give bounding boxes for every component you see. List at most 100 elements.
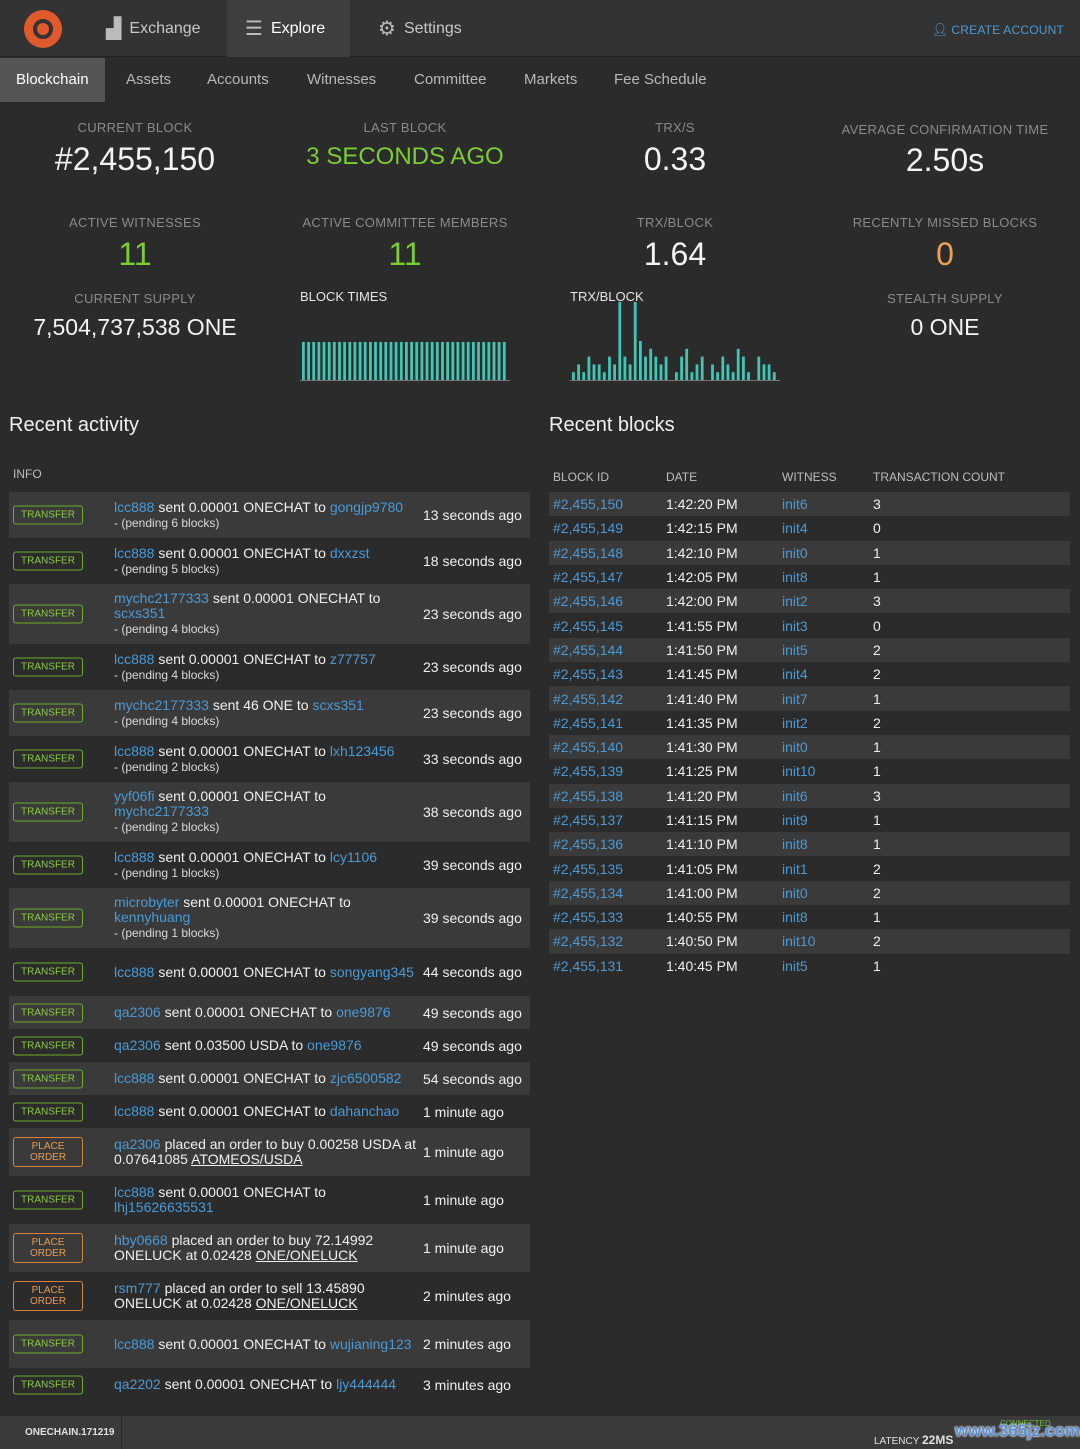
account-link[interactable]: yyf06fi: [114, 788, 154, 804]
witness-link[interactable]: init5: [778, 637, 869, 663]
account-link[interactable]: lcc888: [114, 545, 154, 561]
witness-link[interactable]: init2: [778, 589, 869, 614]
witness-link[interactable]: init8: [778, 832, 869, 857]
account-link[interactable]: microbyter: [114, 894, 179, 910]
block-id-link[interactable]: #2,455,133: [549, 905, 662, 929]
witness-link[interactable]: init8: [778, 565, 869, 589]
witness-link[interactable]: init10: [778, 929, 869, 954]
market-link[interactable]: ONE/ONELUCK: [256, 1247, 358, 1263]
account-link[interactable]: lcc888: [114, 849, 154, 865]
account-link[interactable]: rsm777: [114, 1280, 161, 1296]
block-id-link[interactable]: #2,455,143: [549, 662, 662, 686]
create-account-link[interactable]: 👤︎ CREATE ACCOUNT: [932, 22, 1064, 38]
block-id-link[interactable]: #2,455,144: [549, 637, 662, 663]
chart-bar: [597, 364, 601, 380]
witness-link[interactable]: init0: [778, 880, 869, 906]
recipient-link[interactable]: gongjp9780: [330, 499, 403, 515]
recipient-link[interactable]: lhj15626635531: [114, 1199, 214, 1215]
tab-blockchain[interactable]: Blockchain: [0, 58, 105, 102]
col-block-id[interactable]: BLOCK ID: [549, 462, 662, 492]
recipient-link[interactable]: mychc2177333: [114, 803, 209, 819]
chart-bar: [446, 342, 449, 380]
recipient-link[interactable]: lxh123456: [330, 743, 395, 759]
tab-witnesses[interactable]: Witnesses: [291, 58, 392, 102]
block-id-link[interactable]: #2,455,149: [549, 516, 662, 540]
market-link[interactable]: ONE/ONELUCK: [256, 1295, 358, 1311]
block-id-link[interactable]: #2,455,137: [549, 808, 662, 832]
block-id-link[interactable]: #2,455,142: [549, 686, 662, 711]
tab-committee[interactable]: Committee: [398, 58, 503, 102]
recipient-link[interactable]: one9876: [336, 1004, 391, 1020]
witness-link[interactable]: init8: [778, 905, 869, 929]
recipient-link[interactable]: lcy1106: [330, 849, 377, 865]
account-link[interactable]: lcc888: [114, 1184, 154, 1200]
account-link[interactable]: lcc888: [114, 1336, 154, 1352]
activity-text: sent 0.00001 ONECHAT to: [154, 788, 326, 804]
account-link[interactable]: hby0668: [114, 1232, 168, 1248]
tab-fee-schedule[interactable]: Fee Schedule: [598, 58, 723, 102]
block-id-link[interactable]: #2,455,139: [549, 759, 662, 783]
witness-link[interactable]: init0: [778, 734, 869, 760]
block-id-link[interactable]: #2,455,131: [549, 954, 662, 978]
block-id-link[interactable]: #2,455,141: [549, 711, 662, 735]
recipient-link[interactable]: scxs351: [114, 605, 165, 621]
nav-exchange[interactable]: ▟ Exchange: [88, 0, 219, 57]
stat-label: CURRENT BLOCK: [77, 120, 193, 135]
account-link[interactable]: mychc2177333: [114, 590, 209, 606]
block-id-link[interactable]: #2,455,136: [549, 832, 662, 857]
recipient-link[interactable]: dahanchao: [330, 1103, 399, 1119]
account-link[interactable]: lcc888: [114, 651, 154, 667]
witness-link[interactable]: init6: [778, 783, 869, 808]
account-link[interactable]: qa2306: [114, 1004, 161, 1020]
block-id-link[interactable]: #2,455,134: [549, 880, 662, 906]
block-id-link[interactable]: #2,455,145: [549, 613, 662, 637]
account-link[interactable]: qa2202: [114, 1376, 161, 1392]
witness-link[interactable]: init3: [778, 613, 869, 637]
col-transaction-count[interactable]: TRANSACTION COUNT: [869, 462, 1070, 492]
recipient-link[interactable]: z77757: [330, 651, 376, 667]
recipient-link[interactable]: scxs351: [312, 697, 363, 713]
recipient-link[interactable]: wujianing123: [330, 1336, 412, 1352]
account-link[interactable]: mychc2177333: [114, 697, 209, 713]
col-date[interactable]: DATE: [662, 462, 778, 492]
recipient-link[interactable]: one9876: [307, 1037, 362, 1053]
block-id-link[interactable]: #2,455,148: [549, 540, 662, 565]
nav-settings[interactable]: ⚙ Settings: [360, 0, 480, 57]
recipient-link[interactable]: zjc6500582: [330, 1070, 402, 1086]
witness-link[interactable]: init7: [778, 686, 869, 711]
account-link[interactable]: lcc888: [114, 964, 154, 980]
account-link[interactable]: qa2306: [114, 1136, 161, 1152]
block-id-link[interactable]: #2,455,138: [549, 783, 662, 808]
tab-markets[interactable]: Markets: [508, 58, 593, 102]
block-id-link[interactable]: #2,455,147: [549, 565, 662, 589]
witness-link[interactable]: init1: [778, 856, 869, 880]
block-id-link[interactable]: #2,455,150: [549, 492, 662, 517]
witness-link[interactable]: init6: [778, 492, 869, 517]
account-link[interactable]: lcc888: [114, 743, 154, 759]
market-link[interactable]: ATOMEOS/USDA: [191, 1151, 303, 1167]
nav-explore[interactable]: ☰ Explore: [227, 0, 350, 57]
recipient-link[interactable]: songyang345: [330, 964, 414, 980]
account-link[interactable]: lcc888: [114, 499, 154, 515]
account-link[interactable]: qa2306: [114, 1037, 161, 1053]
block-id-link[interactable]: #2,455,140: [549, 734, 662, 760]
tab-assets[interactable]: Assets: [110, 58, 187, 102]
witness-link[interactable]: init4: [778, 516, 869, 540]
col-witness[interactable]: WITNESS: [778, 462, 869, 492]
witness-link[interactable]: init4: [778, 662, 869, 686]
witness-link[interactable]: init2: [778, 711, 869, 735]
tab-accounts[interactable]: Accounts: [191, 58, 285, 102]
recipient-link[interactable]: dxxzst: [330, 545, 370, 561]
block-id-link[interactable]: #2,455,146: [549, 589, 662, 614]
recipient-link[interactable]: ljy444444: [336, 1376, 396, 1392]
witness-link[interactable]: init5: [778, 954, 869, 978]
account-link[interactable]: lcc888: [114, 1103, 154, 1119]
account-link[interactable]: lcc888: [114, 1070, 154, 1086]
witness-link[interactable]: init0: [778, 540, 869, 565]
block-id-link[interactable]: #2,455,135: [549, 856, 662, 880]
witness-link[interactable]: init10: [778, 759, 869, 783]
app-logo-icon[interactable]: [24, 10, 62, 48]
block-id-link[interactable]: #2,455,132: [549, 929, 662, 954]
recipient-link[interactable]: kennyhuang: [114, 909, 190, 925]
witness-link[interactable]: init9: [778, 808, 869, 832]
